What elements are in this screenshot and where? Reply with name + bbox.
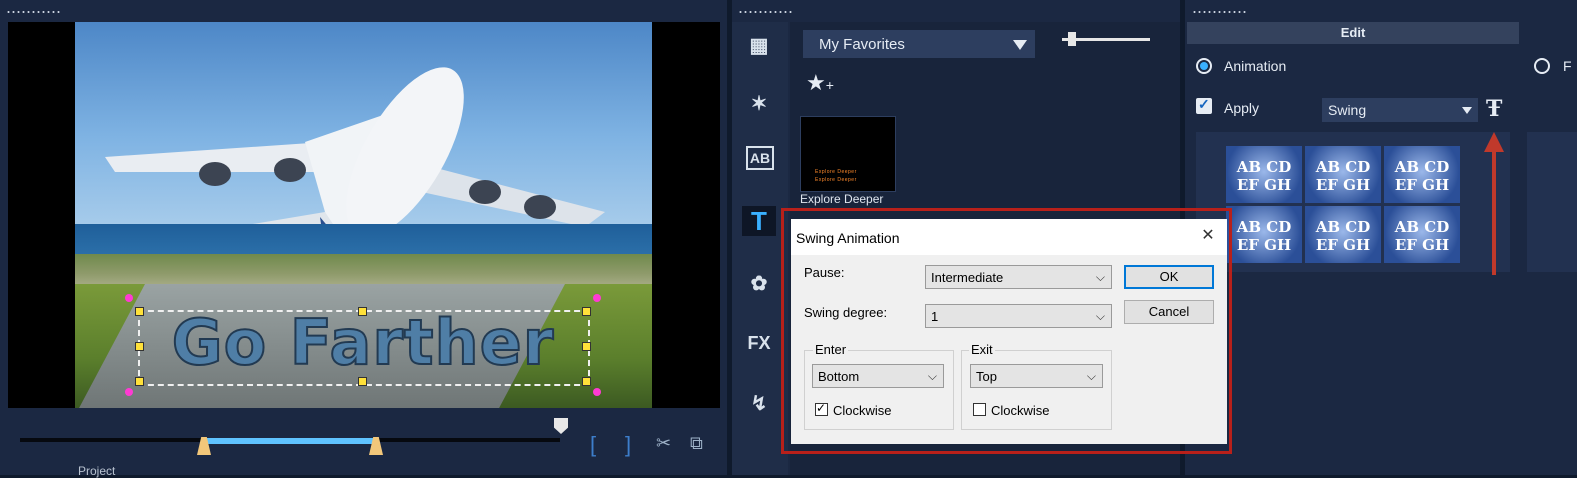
thumbnail-size-slider-knob[interactable] xyxy=(1068,32,1076,46)
category-dropdown[interactable]: My Favorites xyxy=(803,30,1035,58)
swing-animation-dialog: Swing Animation ✕ Pause: Intermediate ⌵ … xyxy=(791,219,1227,444)
exit-value: Top xyxy=(976,369,997,384)
enter-value: Bottom xyxy=(818,369,860,384)
dialog-title: Swing Animation xyxy=(796,230,900,246)
dialog-titlebar[interactable]: Swing Animation ✕ xyxy=(791,219,1227,255)
animation-preset[interactable]: AB CD EF GH xyxy=(1305,146,1381,203)
chevron-down-icon: ⌵ xyxy=(1086,369,1096,383)
preview-photo: Go Farther xyxy=(75,22,652,408)
mark-in-button[interactable]: [ xyxy=(590,432,596,458)
enter-clockwise-label[interactable]: Clockwise xyxy=(833,403,892,418)
path-icon[interactable]: ↯ xyxy=(742,388,776,418)
annotation-arrow-head xyxy=(1484,132,1504,152)
pause-select[interactable]: Intermediate ⌵ xyxy=(925,265,1112,289)
animation-radio[interactable] xyxy=(1196,58,1212,74)
exit-select[interactable]: Top ⌵ xyxy=(970,364,1103,388)
preview-window[interactable]: Go Farther xyxy=(8,22,720,408)
cancel-button[interactable]: Cancel xyxy=(1124,300,1214,324)
ok-button[interactable]: OK xyxy=(1124,265,1214,289)
scissors-icon[interactable]: ✂ xyxy=(656,433,678,455)
customize-animation-icon[interactable]: Ŧ xyxy=(1486,96,1502,122)
trim-range[interactable] xyxy=(203,438,377,444)
other-mode-label[interactable]: F xyxy=(1563,58,1572,74)
title-overlay-text[interactable]: Go Farther xyxy=(137,305,589,380)
chevron-down-icon: ⌵ xyxy=(1095,309,1105,323)
exit-label: Exit xyxy=(969,342,995,357)
exit-clockwise-checkbox[interactable] xyxy=(973,403,986,416)
animation-type-value: Swing xyxy=(1328,102,1367,118)
exit-clockwise-label[interactable]: Clockwise xyxy=(991,403,1050,418)
animation-preset[interactable]: AB CD EF GH xyxy=(1226,206,1302,263)
transition-icon[interactable]: AB xyxy=(746,146,774,170)
chevron-down-icon xyxy=(1462,107,1472,114)
filter-icon[interactable]: FX xyxy=(742,328,776,358)
project-label[interactable]: Project xyxy=(78,464,115,478)
thumbnail-caption[interactable]: Explore Deeper xyxy=(800,192,883,206)
exit-group xyxy=(961,350,1112,430)
mark-out-button[interactable]: ] xyxy=(625,432,631,458)
close-icon[interactable]: ✕ xyxy=(1197,225,1219,247)
swing-degree-select[interactable]: 1 ⌵ xyxy=(925,304,1112,328)
rotate-handle[interactable] xyxy=(125,294,133,302)
enter-select[interactable]: Bottom ⌵ xyxy=(812,364,944,388)
edit-panel-grip[interactable] xyxy=(1192,10,1248,14)
chevron-down-icon xyxy=(1013,40,1027,50)
animation-preset[interactable]: AB CD EF GH xyxy=(1384,206,1460,263)
thumbnail-text-line: Explore Deeper xyxy=(815,177,857,183)
rotate-handle[interactable] xyxy=(593,388,601,396)
swing-degree-value: 1 xyxy=(931,309,939,324)
chevron-down-icon: ⌵ xyxy=(1095,270,1105,284)
enter-label: Enter xyxy=(813,342,849,357)
graphics-icon[interactable]: ✿ xyxy=(742,268,776,298)
instant-project-icon[interactable]: ✶ xyxy=(742,88,776,118)
apply-label[interactable]: Apply xyxy=(1224,100,1259,116)
chevron-down-icon: ⌵ xyxy=(927,369,937,383)
animation-preset[interactable]: AB CD EF GH xyxy=(1226,146,1302,203)
rotate-handle[interactable] xyxy=(593,294,601,302)
annotation-arrow xyxy=(1492,150,1496,275)
thumbnail-text-line: Explore Deeper xyxy=(815,169,857,175)
enlarge-preview-icon[interactable]: ⧉ xyxy=(690,433,712,455)
animation-preset[interactable]: AB CD EF GH xyxy=(1305,206,1381,263)
animation-preset[interactable]: AB CD EF GH xyxy=(1384,146,1460,203)
media-icon[interactable]: ▦ xyxy=(742,30,776,60)
animation-label[interactable]: Animation xyxy=(1224,58,1286,74)
preview-panel-grip[interactable] xyxy=(6,10,62,14)
enter-clockwise-checkbox[interactable] xyxy=(815,401,828,416)
pause-label: Pause: xyxy=(804,265,845,280)
other-mode-radio[interactable] xyxy=(1534,58,1550,74)
animation-type-dropdown[interactable]: Swing xyxy=(1322,98,1478,122)
rotate-handle[interactable] xyxy=(125,388,133,396)
apply-checkbox[interactable] xyxy=(1196,96,1212,114)
pause-value: Intermediate xyxy=(931,270,1004,285)
enter-group xyxy=(804,350,954,430)
secondary-presets-area xyxy=(1527,132,1577,272)
title-thumbnail[interactable]: Explore Deeper Explore Deeper xyxy=(800,116,896,192)
edit-tab[interactable]: Edit xyxy=(1187,22,1519,44)
library-panel-grip[interactable] xyxy=(738,10,794,14)
swing-degree-label: Swing degree: xyxy=(804,305,888,320)
title-icon[interactable]: T xyxy=(742,206,776,236)
add-favorite-icon[interactable]: ★+ xyxy=(806,70,834,96)
category-dropdown-value: My Favorites xyxy=(819,36,905,53)
